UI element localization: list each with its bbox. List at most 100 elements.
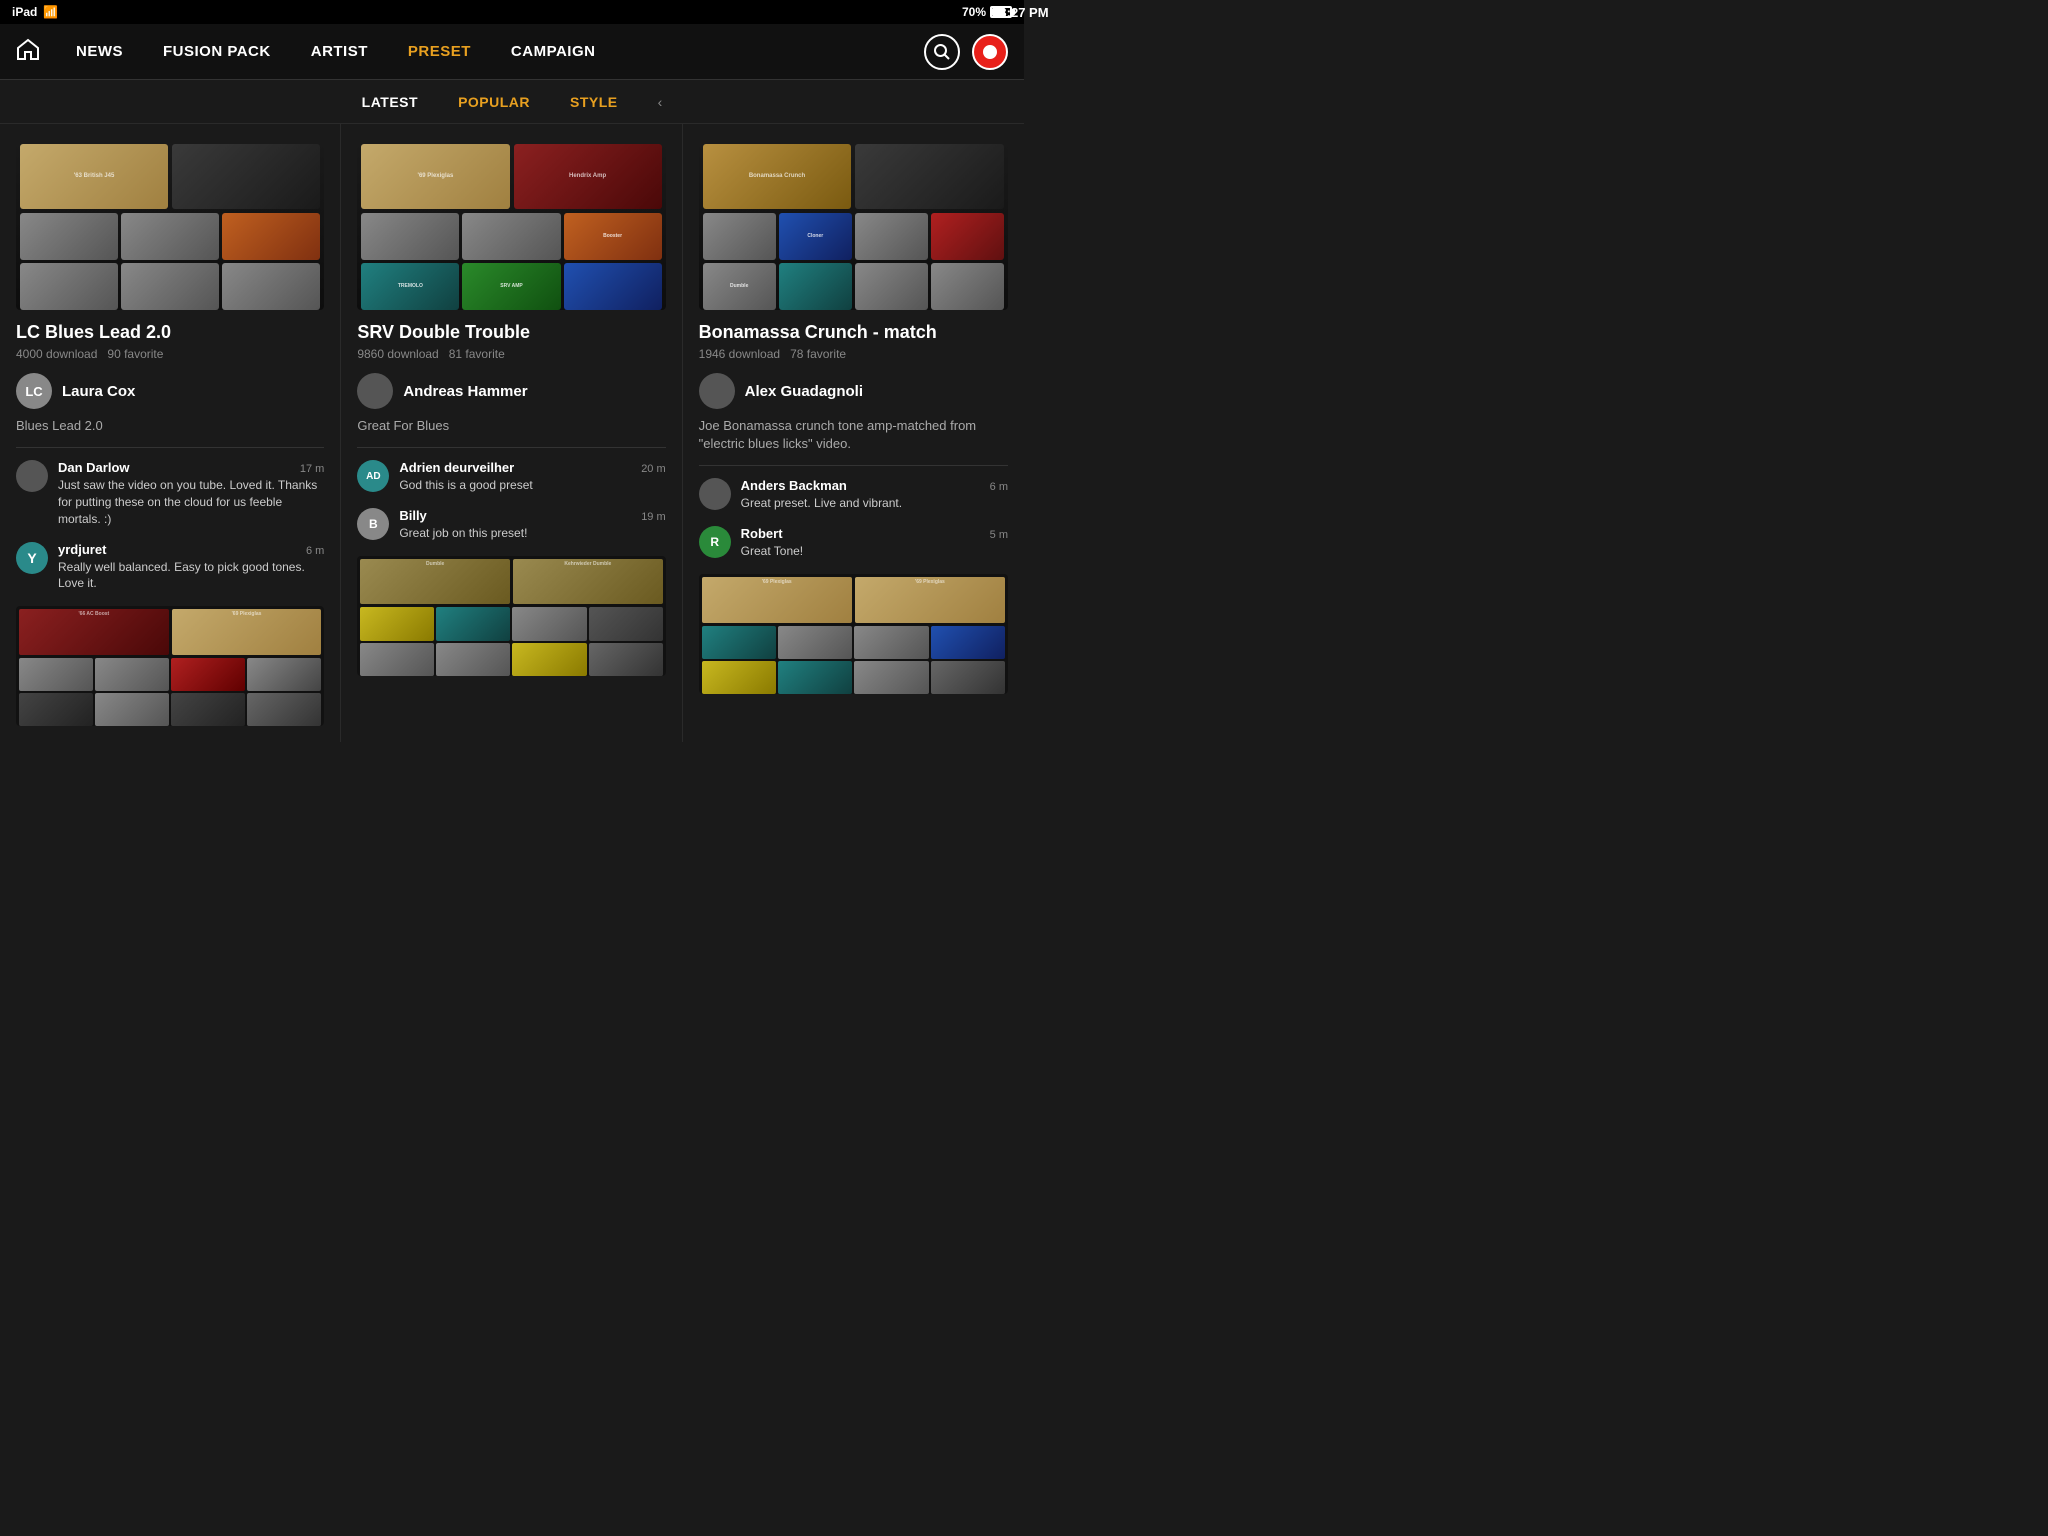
comment-name-anders: Anders Backman xyxy=(741,478,847,493)
column-2: '69 Plexiglas Hendrix Amp Booster TREMOL… xyxy=(341,124,682,742)
author-name-2: Andreas Hammer xyxy=(403,383,527,400)
comment-time-robert: 5 m xyxy=(990,529,1008,541)
mini-amp-unit: Dumble xyxy=(360,559,510,605)
comment-body-adrien: Adrien deurveilher 20 m God this is a go… xyxy=(399,460,665,494)
bottom-preset-1[interactable]: '66 AC Boost '69 Plexiglas xyxy=(16,606,324,726)
preset-image-2[interactable]: '69 Plexiglas Hendrix Amp Booster TREMOL… xyxy=(357,140,665,310)
pedal xyxy=(20,263,118,310)
status-right: 70% xyxy=(962,5,1012,19)
pedal xyxy=(121,213,219,260)
subnav-style[interactable]: STYLE xyxy=(570,94,618,110)
preset-title-1: LC Blues Lead 2.0 xyxy=(16,322,324,343)
subnav-latest[interactable]: LATEST xyxy=(362,94,418,110)
preset-title-2: SRV Double Trouble xyxy=(357,322,665,343)
mini-pedal xyxy=(931,626,1005,659)
author-row-2: Andreas Hammer xyxy=(357,373,665,409)
comment-text-robert: Great Tone! xyxy=(741,543,1008,560)
comment-avatar-dan xyxy=(16,460,48,492)
comment-name-adrien: Adrien deurveilher xyxy=(399,460,514,475)
comment-header-anders: Anders Backman 6 m xyxy=(741,478,1008,493)
sub-nav: LATEST POPULAR STYLE ‹ xyxy=(0,80,1024,124)
pedal: SRV AMP xyxy=(462,263,560,310)
comment-header-yrdjuret: yrdjuret 6 m xyxy=(58,542,324,557)
comment-avatar-anders xyxy=(699,478,731,510)
amp-unit: Hendrix Amp xyxy=(514,144,662,209)
preset-image-1[interactable]: '63 British J45 xyxy=(16,140,324,310)
author-row-1: LC Laura Cox xyxy=(16,373,324,409)
mini-amp-unit: Kehrwieder Dumble xyxy=(513,559,663,605)
column-1: '63 British J45 LC Blues Lead 2.0 4000 d… xyxy=(0,124,341,742)
comment-body-yrdjuret: yrdjuret 6 m Really well balanced. Easy … xyxy=(58,542,324,593)
bottom-preset-3[interactable]: '69 Plexiglas '69 Plexiglas xyxy=(699,574,1008,694)
search-button[interactable] xyxy=(924,34,960,70)
mini-pedal xyxy=(19,658,93,691)
comment-header-billy: Billy 19 m xyxy=(399,508,665,523)
preset-title-3: Bonamassa Crunch - match xyxy=(699,322,1008,343)
pedal xyxy=(462,213,560,260)
mini-pedal xyxy=(702,661,776,694)
pedal xyxy=(222,263,320,310)
comment-text-adrien: God this is a good preset xyxy=(399,477,665,494)
comment-body-anders: Anders Backman 6 m Great preset. Live an… xyxy=(741,478,1008,512)
comment-header-adrien: Adrien deurveilher 20 m xyxy=(399,460,665,475)
comment-yrdjuret: Y yrdjuret 6 m Really well balanced. Eas… xyxy=(16,542,324,593)
comment-name-yrdjuret: yrdjuret xyxy=(58,542,106,557)
comment-body-dan: Dan Darlow 17 m Just saw the video on yo… xyxy=(58,460,324,527)
pedal: Dumble xyxy=(703,263,776,310)
pedal xyxy=(564,263,662,310)
nav-news[interactable]: NEWS xyxy=(56,43,143,60)
author-name-3: Alex Guadagnoli xyxy=(745,383,863,400)
comment-time-yrdjuret: 6 m xyxy=(306,545,324,557)
pedal xyxy=(20,213,118,260)
pedal xyxy=(931,213,1004,260)
preset-image-3[interactable]: Bonamassa Crunch Cloner Dumble xyxy=(699,140,1008,310)
comment-avatar-yrdjuret: Y xyxy=(16,542,48,574)
comment-avatar-robert: R xyxy=(699,526,731,558)
home-button[interactable] xyxy=(16,38,40,65)
mini-pedal xyxy=(95,693,169,726)
mini-pedal xyxy=(702,626,776,659)
pedal xyxy=(361,213,459,260)
mini-pedal xyxy=(247,658,321,691)
pedal xyxy=(121,263,219,310)
comment-name-robert: Robert xyxy=(741,526,783,541)
preset-stats-2: 9860 download 81 favorite xyxy=(357,347,665,361)
pedal xyxy=(703,213,776,260)
nav-preset[interactable]: PRESET xyxy=(388,43,491,60)
wifi-icon: 📶 xyxy=(43,5,58,19)
subnav-popular[interactable]: POPULAR xyxy=(458,94,530,110)
mini-pedal xyxy=(589,607,663,640)
comment-time-anders: 6 m xyxy=(990,481,1008,493)
comment-header-dan: Dan Darlow 17 m xyxy=(58,460,324,475)
mini-amp-unit: '66 AC Boost xyxy=(19,609,169,655)
mini-pedal xyxy=(778,626,852,659)
mini-pedal xyxy=(512,607,586,640)
comment-time-adrien: 20 m xyxy=(641,463,665,475)
preset-stats-3: 1946 download 78 favorite xyxy=(699,347,1008,361)
mini-amp-unit: '69 Plexiglas xyxy=(702,577,852,623)
record-button[interactable] xyxy=(972,34,1008,70)
preset-desc-3: Joe Bonamassa crunch tone amp-matched fr… xyxy=(699,417,1008,453)
mini-pedal xyxy=(360,643,434,676)
bottom-preset-2[interactable]: Dumble Kehrwieder Dumble xyxy=(357,556,665,676)
mini-amp-unit: '69 Plexiglas xyxy=(855,577,1005,623)
comment-body-billy: Billy 19 m Great job on this preset! xyxy=(399,508,665,542)
preset-stats-1: 4000 download 90 favorite xyxy=(16,347,324,361)
device-label: iPad xyxy=(12,5,37,19)
pedal xyxy=(855,213,928,260)
status-left: iPad 📶 xyxy=(12,5,58,19)
comment-text-yrdjuret: Really well balanced. Easy to pick good … xyxy=(58,559,324,593)
battery-fill xyxy=(992,8,1005,16)
nav-fusion-pack[interactable]: FUSION PACK xyxy=(143,43,291,60)
mini-pedal xyxy=(931,661,1005,694)
nav-campaign[interactable]: CAMPAIGN xyxy=(491,43,616,60)
mini-pedal xyxy=(778,661,852,694)
mini-pedal xyxy=(171,658,245,691)
author-avatar-3 xyxy=(699,373,735,409)
preset-desc-2: Great For Blues xyxy=(357,417,665,435)
author-avatar-2 xyxy=(357,373,393,409)
subnav-more[interactable]: ‹ xyxy=(658,94,663,110)
nav-artist[interactable]: ARTIST xyxy=(291,43,388,60)
author-avatar-1: LC xyxy=(16,373,52,409)
comment-robert: R Robert 5 m Great Tone! xyxy=(699,526,1008,560)
